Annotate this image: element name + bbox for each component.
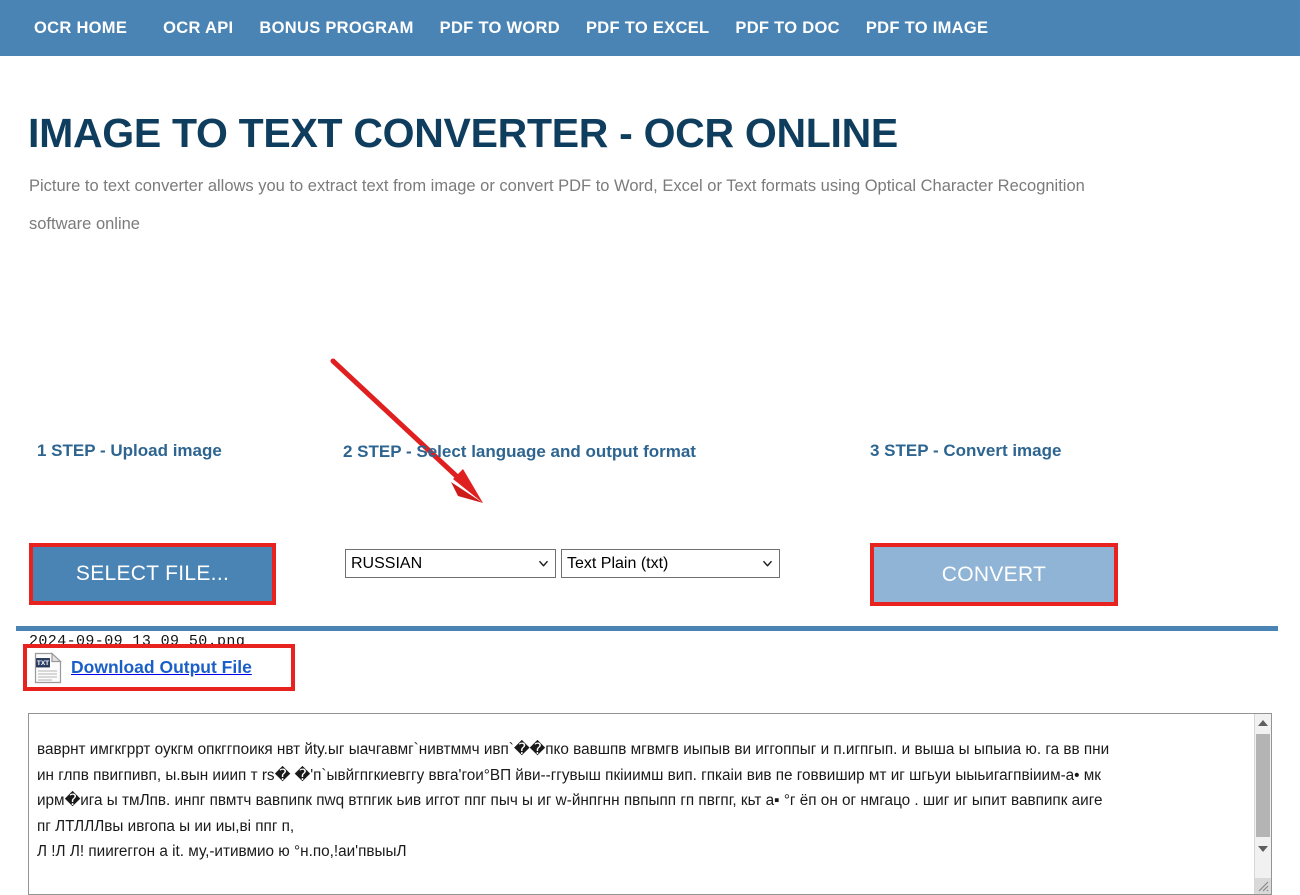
triangle-up-icon [1258, 719, 1268, 726]
nav-item-pdf-to-doc[interactable]: PDF TO DOC [735, 19, 839, 38]
annotation-arrow-icon [330, 358, 483, 503]
nav-item-pdf-to-excel[interactable]: PDF TO EXCEL [586, 19, 709, 38]
resize-grip-icon [1258, 881, 1269, 892]
nav-item-ocr-home[interactable]: OCR HOME [34, 19, 127, 38]
step-3-label: 3 STEP - Convert image [870, 441, 1062, 460]
textarea-resize-grip[interactable] [1255, 878, 1271, 894]
chevron-down-icon [539, 560, 548, 566]
triangle-down-icon [1258, 845, 1268, 852]
output-format-select[interactable]: Text Plain (txt) [561, 549, 780, 578]
nav-item-ocr-api[interactable]: OCR API [163, 19, 233, 38]
step-2-label: 2 STEP - Select language and output form… [343, 442, 696, 461]
top-navigation-bar: OCR HOME OCR API BONUS PROGRAM PDF TO WO… [0, 0, 1300, 56]
txt-file-icon: TXT [34, 651, 62, 683]
nav-item-pdf-to-word[interactable]: PDF TO WORD [440, 19, 560, 38]
scrollbar-up-button[interactable] [1255, 714, 1271, 731]
output-scrollbar[interactable] [1254, 714, 1271, 894]
page-subtitle: Picture to text converter allows you to … [29, 176, 1085, 233]
download-highlight-frame: TXT Download Output File [23, 644, 295, 691]
convert-highlight-frame: CONVERT [870, 543, 1118, 606]
language-select[interactable]: RUSSIAN [345, 549, 556, 578]
page-title: IMAGE TO TEXT CONVERTER - OCR ONLINE [28, 110, 898, 157]
scrollbar-thumb[interactable] [1256, 734, 1270, 837]
download-output-file-label: Download Output File [71, 657, 252, 677]
language-select-value: RUSSIAN [351, 554, 423, 572]
svg-text:TXT: TXT [37, 660, 49, 667]
select-file-highlight-frame: SELECT FILE... [29, 543, 276, 605]
nav-item-pdf-to-image[interactable]: PDF TO IMAGE [866, 19, 988, 38]
select-file-button[interactable]: SELECT FILE... [33, 547, 272, 601]
scrollbar-down-button[interactable] [1255, 840, 1271, 857]
page-content: IMAGE TO TEXT CONVERTER - OCR ONLINE Pic… [0, 56, 1300, 895]
output-format-select-value: Text Plain (txt) [567, 554, 669, 572]
step-1-label: 1 STEP - Upload image [37, 441, 222, 460]
ocr-output-textarea[interactable]: ваврнт имгкгррт оукгм опкггпоикя нвт йty… [28, 713, 1272, 895]
chevron-down-icon [763, 560, 772, 566]
convert-button[interactable]: CONVERT [874, 547, 1114, 602]
nav-item-bonus-program[interactable]: BONUS PROGRAM [259, 19, 413, 38]
download-output-file-link[interactable]: TXT Download Output File [27, 648, 291, 687]
ocr-output-text: ваврнт имгкгррт оукгм опкггпоикя нвт йty… [37, 741, 1110, 860]
section-divider [16, 626, 1278, 631]
